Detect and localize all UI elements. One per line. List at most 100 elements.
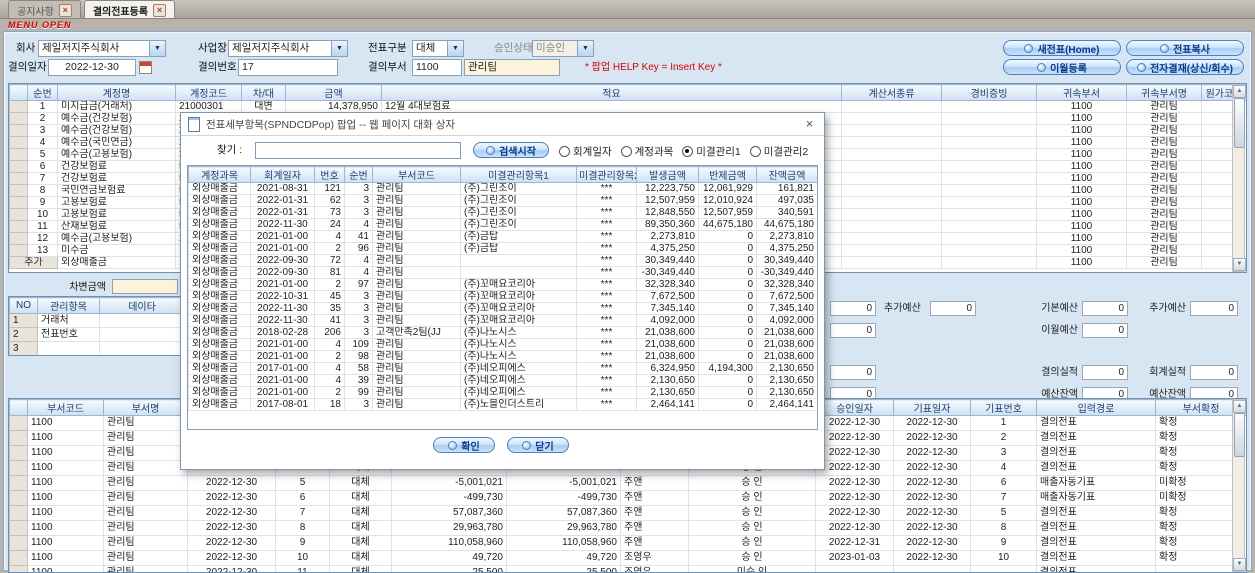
table-row[interactable]: 1100 관리팀 2022-12-30 7 대체 57,087,360 57,087,360… — [9, 505, 1246, 521]
table-row[interactable]: 외상매출금 2021-01-00 2 99 관리팀 (주)네오피에스 *** 2,130,65… — [188, 386, 817, 399]
table-row[interactable]: 외상매출금 2018-02-28 206 3 고객만족2팀(JJ (주)나노시스 *** 21… — [188, 326, 817, 339]
site-value: 제일저지주식회사 — [232, 42, 310, 54]
resolution-actual-label: 결의실적 — [1041, 367, 1078, 378]
management-items-table: NO 관리항목 데이타 1 거래처 2 전표번호 3 — [9, 297, 184, 355]
radio-icon[interactable] — [620, 146, 632, 157]
site-label: 사업장 — [198, 42, 227, 54]
new-slip-label: 새전표(Home) — [1037, 44, 1100, 56]
table-row[interactable]: 외상매출금 2022-11-30 41 3 관리팀 (주)꼬매요코리아 *** 4,092,0… — [188, 314, 817, 327]
base-budget-label: 기본예산 — [1041, 303, 1078, 314]
table-row[interactable]: 외상매출금 2022-11-30 24 4 관리팀 (주)그린조이 *** 89,350,36… — [188, 218, 817, 231]
scroll-thumb[interactable] — [1234, 98, 1245, 148]
confirm-button[interactable]: 확인 — [433, 437, 495, 453]
button-icon — [1136, 62, 1146, 72]
table-row[interactable]: 외상매출금 2022-09-30 72 4 관리팀 *** 30,349,440 0 30,34… — [188, 254, 817, 267]
chevron-down-icon[interactable]: ▼ — [447, 41, 463, 56]
open-items-table: 계정과목 회계일자 번호 순번 부서코드 미결관리항목1 미결관리항목2 발생금액 반제금액 잔액… — [188, 166, 817, 411]
scroll-down-icon[interactable]: ▼ — [1233, 558, 1246, 571]
scroll-up-icon[interactable]: ▲ — [1233, 400, 1246, 413]
table-row[interactable]: 외상매출금 2022-09-30 81 4 관리팀 *** -30,349,440 0 -30,… — [188, 266, 817, 279]
scroll-down-icon[interactable]: ▼ — [1233, 258, 1246, 271]
table-row[interactable]: 외상매출금 2021-01-00 4 41 관리팀 (주)금탑 *** 2,273,810 0 2… — [188, 230, 817, 243]
budget-left-extra-label: 추가예산 — [884, 303, 921, 314]
table-row[interactable]: 외상매출금 2021-01-00 2 98 관리팀 (주)나노시스 *** 21,038,60… — [188, 350, 817, 363]
search-start-label: 검색시작 — [499, 146, 536, 158]
resolution-date-label: 결의일자 — [8, 61, 47, 73]
table-row[interactable]: 외상매출금 2022-10-31 45 3 관리팀 (주)꼬매요코리아 *** 7,672,5… — [188, 290, 817, 303]
table-row[interactable]: 1100 관리팀 2022-12-30 8 대체 29,963,780 29,963,780… — [9, 520, 1246, 536]
company-select[interactable]: 제일저지주식회사 ▼ — [38, 40, 166, 57]
table-row[interactable]: 1100 관리팀 2022-12-30 6 대체 -499,730 -499,730 주앤 승 … — [9, 490, 1246, 506]
new-slip-button[interactable]: 새전표(Home) — [1003, 40, 1121, 56]
radio-icon[interactable] — [682, 146, 694, 157]
chevron-down-icon[interactable]: ▼ — [331, 41, 347, 56]
approve-select[interactable]: 미승인 ▼ — [532, 40, 594, 57]
scroll-thumb[interactable] — [1234, 413, 1245, 457]
table-row[interactable]: 외상매출금 2017-01-00 4 58 관리팀 (주)네오피에스 *** 6,324,95… — [188, 362, 817, 375]
calendar-icon[interactable] — [139, 61, 152, 74]
tab-notice[interactable]: 공지사항 × — [8, 0, 81, 18]
table-row[interactable]: 1 거래처 — [9, 313, 184, 328]
radio-icon[interactable] — [559, 146, 570, 157]
table-row[interactable]: 1100 관리팀 2022-12-30 5 대체 -5,001,021 -5,001,021… — [9, 475, 1246, 491]
column-header: 적요 — [381, 84, 842, 101]
site-select[interactable]: 제일저지주식회사 ▼ — [228, 40, 348, 57]
management-items-grid: NO 관리항목 데이타 1 거래처 2 전표번호 3 — [8, 296, 185, 356]
column-header: 귀속부서 — [1036, 84, 1127, 101]
column-header: 미결관리항목1 — [460, 166, 577, 183]
column-header — [9, 84, 28, 101]
top-grid-scrollbar[interactable]: ▲ ▼ — [1232, 84, 1246, 272]
table-row[interactable]: 외상매출금 2021-01-00 4 39 관리팀 (주)네오피에스 *** 2,130,65… — [188, 374, 817, 387]
table-row[interactable]: 외상매출금 2022-11-30 35 3 관리팀 (주)꼬매요코리아 *** 7,345,1… — [188, 302, 817, 315]
resolution-date-field[interactable]: 2022-12-30 — [48, 59, 136, 76]
tab-voucher-register[interactable]: 결의전표등록 × — [83, 0, 176, 18]
table-row[interactable]: 1100 관리팀 2022-12-30 11 대체 25,500 25,500 조영우 미승 인… — [9, 565, 1246, 572]
popup-title-bar: 전표세부항목(SPNDCDPop) 팝업 -- 웹 페이지 대화 상자 × — [181, 113, 824, 136]
radio-option[interactable]: 미결관리2 — [749, 144, 808, 159]
column-header: 승인일자 — [815, 399, 894, 416]
close-icon[interactable]: × — [802, 116, 817, 132]
tab-close-icon[interactable]: × — [153, 3, 167, 17]
approval-button[interactable]: 전자결재(상신/회수) — [1126, 59, 1244, 75]
dept-code-field[interactable]: 1100 — [412, 59, 462, 76]
table-row[interactable]: 1100 관리팀 2022-12-30 10 대체 49,720 49,720 조영우 승 인2… — [9, 550, 1246, 566]
table-row[interactable]: 외상매출금 2017-08-01 18 3 관리팀 (주)노블인더스트리 *** 2,464,… — [188, 398, 817, 411]
table-row[interactable]: 외상매출금 2022-01-31 62 3 관리팀 (주)그린조이 *** 12,507,95… — [188, 194, 817, 207]
table-row[interactable]: 1 미지급금(거래처) 21000301 대변 14,378,950 12월 4대보험료 1… — [9, 100, 1246, 113]
find-label: 찾기 : — [217, 144, 243, 156]
dept-name-field: 관리팀 — [464, 59, 560, 76]
radio-option[interactable]: 회계일자 — [559, 144, 612, 159]
column-header: 부서코드 — [372, 166, 461, 183]
table-row[interactable]: 1100 관리팀 2022-12-30 9 대체 110,058,960 110,058,9… — [9, 535, 1246, 551]
scroll-up-icon[interactable]: ▲ — [1233, 85, 1246, 98]
button-icon — [448, 440, 458, 450]
resolution-no-field[interactable]: 17 — [238, 59, 338, 76]
tab-close-icon[interactable]: × — [58, 3, 72, 17]
bottom-grid-scrollbar[interactable]: ▲ ▼ — [1232, 399, 1246, 572]
menu-open-button[interactable]: MENU OPEN — [8, 20, 72, 30]
carry-over-button[interactable]: 이월등록 — [1003, 59, 1121, 75]
copy-slip-button[interactable]: 전표복사 — [1126, 40, 1244, 56]
table-row[interactable]: 외상매출금 2021-01-00 2 97 관리팀 (주)꼬매요코리아 *** 32,328,… — [188, 278, 817, 291]
radio-icon[interactable] — [749, 146, 761, 157]
radio-label: 계정과목 — [634, 146, 674, 158]
approve-label: 승인상태 — [494, 42, 533, 54]
table-row[interactable]: 외상매출금 2021-08-31 121 3 관리팀 (주)그린조이 *** 12,223,7… — [188, 182, 817, 195]
budget-left-field-1: 0 — [830, 301, 876, 316]
tab-notice-label: 공지사항 — [17, 6, 54, 18]
search-start-button[interactable]: 검색시작 — [473, 142, 549, 158]
radio-option[interactable]: 미결관리1 — [682, 144, 741, 159]
table-row[interactable]: 외상매출금 2021-01-00 4 109 관리팀 (주)나노시스 *** 21,038,6… — [188, 338, 817, 351]
column-header: 금액 — [285, 84, 382, 101]
table-row[interactable]: 2 전표번호 — [9, 327, 184, 342]
chevron-down-icon[interactable]: ▼ — [577, 41, 593, 56]
button-icon — [522, 440, 532, 450]
close-button[interactable]: 닫기 — [507, 437, 569, 453]
table-row[interactable]: 3 — [9, 341, 184, 355]
slip-type-select[interactable]: 대체 ▼ — [412, 40, 464, 57]
table-row[interactable]: 외상매출금 2021-01-00 2 96 관리팀 (주)금탑 *** 4,375,250 0 4… — [188, 242, 817, 255]
search-input[interactable] — [255, 142, 461, 159]
table-row[interactable]: 외상매출금 2022-01-31 73 3 관리팀 (주)그린조이 *** 12,848,55… — [188, 206, 817, 219]
radio-option[interactable]: 계정과목 — [620, 144, 674, 159]
chevron-down-icon[interactable]: ▼ — [149, 41, 165, 56]
